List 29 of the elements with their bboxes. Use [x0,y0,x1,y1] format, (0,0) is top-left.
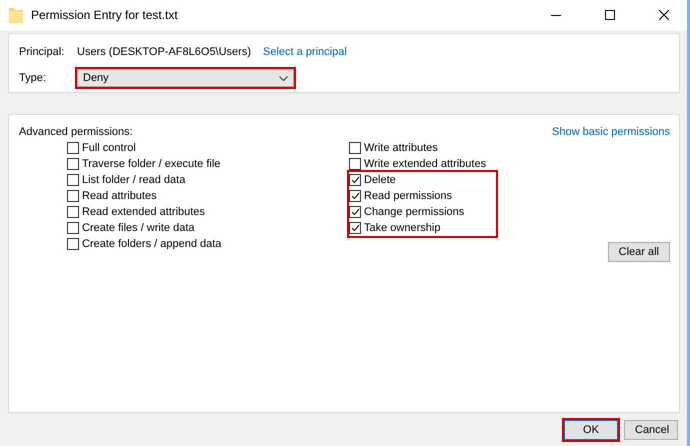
permission-checkbox[interactable]: Write extended attributes [349,156,486,172]
window-title: Permission Entry for test.txt [31,8,178,22]
permission-checkbox[interactable]: Take ownership [349,220,464,236]
permission-checkbox[interactable]: Write attributes [349,140,486,156]
permission-checkbox[interactable]: Create files / write data [67,220,222,236]
type-dropdown[interactable]: Deny [77,69,294,87]
permission-checkbox[interactable]: Read attributes [67,188,222,204]
chevron-icon [279,76,288,80]
permission-checkbox[interactable]: Create folders / append data [67,236,222,252]
permission-checkbox[interactable]: Full control [67,140,222,156]
advanced-permissions-label: Advanced permissions: [19,126,133,138]
clear-all-button[interactable]: Clear all [608,242,670,262]
type-label: Type: [19,72,47,84]
permission-checkbox[interactable]: Traverse folder / execute file [67,156,222,172]
permission-checkbox[interactable]: Change permissions [349,204,464,220]
dialog-button[interactable]: OK [564,420,618,440]
permission-checkbox[interactable]: Delete [349,172,464,188]
show-basic-permissions-link[interactable]: Show basic permissions [552,126,670,138]
close-icon [659,10,669,20]
maximize-icon [605,10,615,20]
principal-value: Users (DESKTOP-AF8L6O5\Users) [77,46,252,58]
select-principal-link[interactable]: Select a principal [263,46,347,58]
permission-checkbox[interactable]: Read extended attributes [67,204,222,220]
minimize-icon [551,14,561,16]
folder-icon [9,7,23,23]
permission-checkbox[interactable]: Read permissions [349,188,464,204]
permission-checkbox[interactable]: List folder / read data [67,172,222,188]
dialog-button[interactable]: Cancel [624,420,678,440]
principal-label: Principal: [19,46,66,58]
